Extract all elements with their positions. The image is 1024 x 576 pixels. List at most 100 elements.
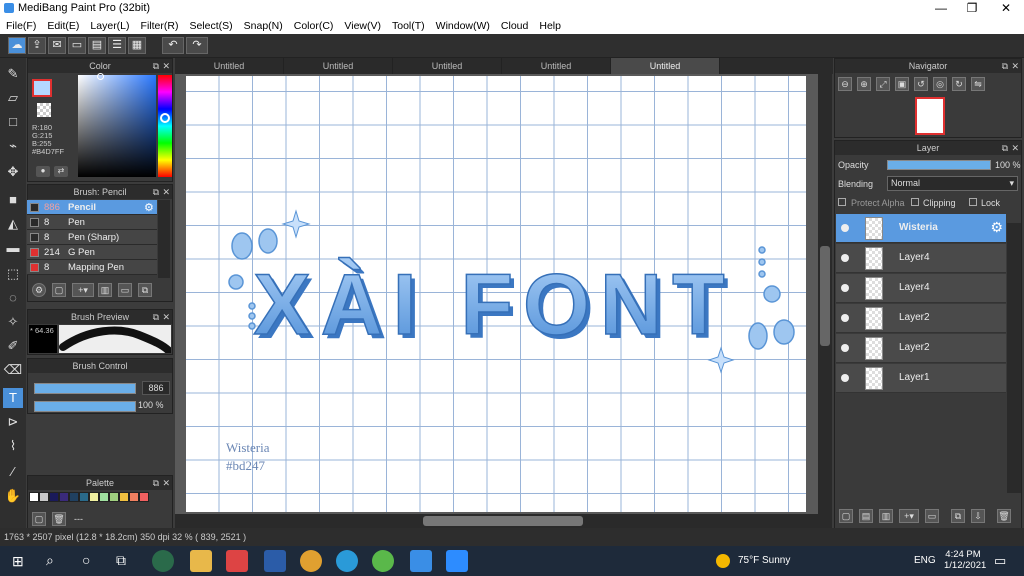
visibility-icon[interactable] xyxy=(841,374,849,382)
popout-icon[interactable]: ⧉ xyxy=(153,185,159,199)
new-halftone-layer-icon[interactable]: ▥ xyxy=(879,509,893,523)
saturation-brightness-picker[interactable] xyxy=(78,75,156,177)
eraser-tool-icon[interactable]: ▱ xyxy=(3,88,23,108)
cortana-icon[interactable]: ○ xyxy=(82,552,90,568)
brush-gear-icon[interactable]: ⚙ xyxy=(144,201,154,214)
menu-help[interactable]: Help xyxy=(539,20,561,32)
layer-row[interactable]: Layer4 xyxy=(836,244,1006,273)
zoom-icon[interactable] xyxy=(446,550,468,572)
edge-icon[interactable] xyxy=(336,550,358,572)
hue-slider-handle[interactable] xyxy=(160,113,170,123)
weather-text[interactable]: 75°F Sunny xyxy=(738,555,790,566)
delete-palette-color-icon[interactable]: 🗑 xyxy=(52,512,66,526)
menu-file[interactable]: File(F) xyxy=(6,20,36,32)
tab-untitled-4[interactable]: Untitled xyxy=(502,58,611,74)
app-icon-green[interactable] xyxy=(372,550,394,572)
maximize-button[interactable]: ❐ xyxy=(956,0,988,17)
layer-list-scrollbar[interactable] xyxy=(1007,223,1021,493)
vertical-scrollbar[interactable] xyxy=(818,74,832,514)
layer-row[interactable]: Layer2 xyxy=(836,304,1006,333)
store-icon[interactable] xyxy=(226,550,248,572)
layer-row[interactable]: Layer1 xyxy=(836,364,1006,393)
lasso-tool-icon[interactable]: ◌ xyxy=(3,288,23,308)
reset-rotation-icon[interactable]: ◎ xyxy=(933,77,947,91)
visibility-icon[interactable] xyxy=(841,314,849,322)
brush-tool-icon[interactable]: ⌁ xyxy=(3,136,23,156)
divide-tool-icon[interactable]: ⁄ xyxy=(3,462,23,482)
lock-checkbox[interactable] xyxy=(969,198,977,206)
edit-brush-icon[interactable]: ▥ xyxy=(98,283,112,297)
horizontal-scrollbar[interactable] xyxy=(175,514,832,528)
menu-tool[interactable]: Tool(T) xyxy=(392,20,425,32)
clipping-checkbox[interactable] xyxy=(911,198,919,206)
brush-item[interactable]: 8 Mapping Pen xyxy=(27,260,157,275)
palette-swatch[interactable] xyxy=(69,492,79,502)
visibility-icon[interactable] xyxy=(841,344,849,352)
color-swap-button[interactable]: ⇄ xyxy=(54,166,68,177)
delete-layer-icon[interactable]: 🗑 xyxy=(997,509,1011,523)
bucket-tool-icon[interactable]: ◭ xyxy=(3,214,23,234)
palette-swatch[interactable] xyxy=(29,492,39,502)
brush-list-scrollbar[interactable] xyxy=(158,200,170,278)
rotate-left-icon[interactable]: ↺ xyxy=(914,77,928,91)
horizontal-scroll-thumb[interactable] xyxy=(423,516,583,526)
copy-brush-icon[interactable]: ⧉ xyxy=(138,283,152,297)
brush-settings-icon[interactable]: ⚙ xyxy=(32,283,46,297)
menu-snap[interactable]: Snap(N) xyxy=(244,20,283,32)
duplicate-layer-icon[interactable]: ⧉ xyxy=(951,509,965,523)
add-palette-color-icon[interactable]: ▢ xyxy=(32,512,46,526)
layer-opacity-slider[interactable] xyxy=(887,160,991,170)
foreground-color-swatch[interactable] xyxy=(32,79,52,97)
palette-swatch[interactable] xyxy=(49,492,59,502)
brush-item[interactable]: 8 Pen xyxy=(27,215,157,230)
menu-edit[interactable]: Edit(E) xyxy=(47,20,79,32)
cloud-icon[interactable]: ☁ xyxy=(8,37,26,54)
rotate-right-icon[interactable]: ↻ xyxy=(952,77,966,91)
layer-settings-icon[interactable]: ⚙ xyxy=(990,219,1003,236)
medibang-taskbar-icon[interactable] xyxy=(410,550,432,572)
protect-alpha-checkbox[interactable] xyxy=(838,198,846,206)
close-icon[interactable]: ✕ xyxy=(1011,59,1019,73)
palette-swatch[interactable] xyxy=(109,492,119,502)
tab-untitled-2[interactable]: Untitled xyxy=(284,58,393,74)
brush-item[interactable]: 214 G Pen xyxy=(27,245,157,260)
layer-row[interactable]: Layer2 xyxy=(836,334,1006,363)
menu-view[interactable]: View(V) xyxy=(344,20,381,32)
palette-swatch[interactable] xyxy=(79,492,89,502)
comment-icon[interactable]: ✉ xyxy=(48,37,66,54)
select-rect-icon[interactable]: ⬚ xyxy=(3,264,23,284)
add-layer-menu-icon[interactable]: +▾ xyxy=(899,509,919,523)
fill-rect-tool-icon[interactable]: ■ xyxy=(3,190,23,210)
language-indicator[interactable]: ENG xyxy=(914,555,936,566)
gradient-tool-icon[interactable]: ▬ xyxy=(3,238,23,258)
tab-untitled-5[interactable]: Untitled xyxy=(611,58,720,74)
visibility-icon[interactable] xyxy=(841,284,849,292)
add-brush-icon[interactable]: +▾ xyxy=(72,283,94,297)
flip-icon[interactable]: ⇋ xyxy=(971,77,985,91)
brush-size-value[interactable]: 886 xyxy=(142,381,170,395)
close-button[interactable]: ✕ xyxy=(990,0,1022,17)
close-icon[interactable]: ✕ xyxy=(1011,141,1019,155)
fit-icon[interactable]: ⤢ xyxy=(876,77,890,91)
word-icon[interactable] xyxy=(264,550,286,572)
new-brush-icon[interactable]: ▢ xyxy=(52,283,66,297)
close-icon[interactable]: ✕ xyxy=(162,310,170,324)
notification-icon[interactable]: ▭ xyxy=(994,553,1006,569)
menu-filter[interactable]: Filter(R) xyxy=(141,20,179,32)
redo-icon[interactable]: ↷ xyxy=(186,37,208,54)
popout-icon[interactable]: ⧉ xyxy=(153,310,159,324)
chat-icon[interactable]: ▭ xyxy=(68,37,86,54)
brush-size-slider[interactable] xyxy=(34,383,136,394)
menu-window[interactable]: Window(W) xyxy=(436,20,490,32)
new-layer-copy-icon[interactable]: ▤ xyxy=(859,509,873,523)
pen-tool-icon[interactable]: ✎ xyxy=(3,64,23,84)
visibility-icon[interactable] xyxy=(841,224,849,232)
file-explorer-icon[interactable] xyxy=(190,550,212,572)
palette-swatch[interactable] xyxy=(129,492,139,502)
zoom-out-icon[interactable]: ⊖ xyxy=(838,77,852,91)
new-layer-icon[interactable]: ▢ xyxy=(839,509,853,523)
popout-icon[interactable]: ⧉ xyxy=(1002,141,1008,155)
move-tool-icon[interactable]: ✥ xyxy=(3,162,23,182)
brush-opacity-slider[interactable] xyxy=(34,401,136,412)
vertical-scroll-thumb[interactable] xyxy=(820,246,830,346)
